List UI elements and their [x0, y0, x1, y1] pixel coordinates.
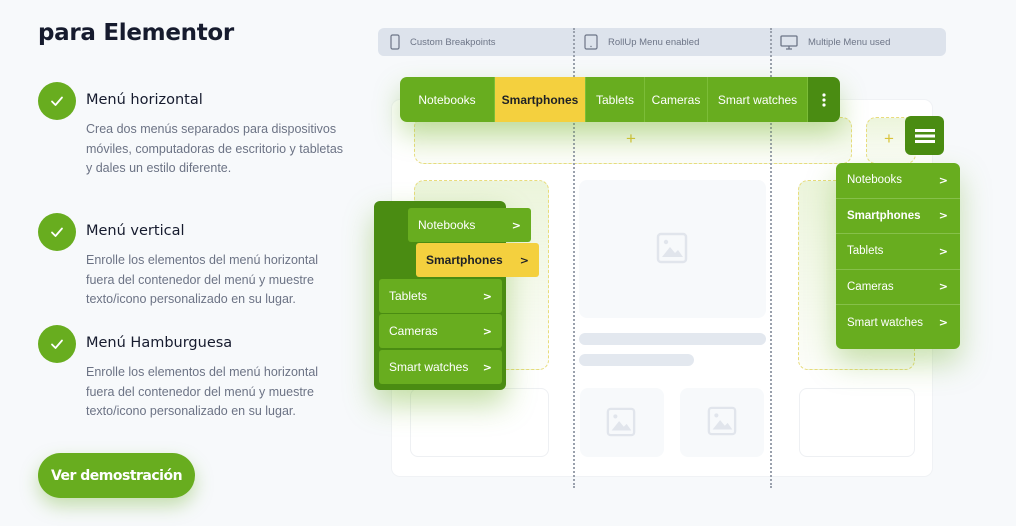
hmenu-item-smartphones[interactable]: Smartphones: [495, 77, 586, 122]
check-icon: [38, 82, 76, 120]
view-demo-button[interactable]: Ver demostración: [38, 453, 195, 498]
breakpoint-label: RollUp Menu enabled: [608, 36, 700, 48]
feature-title: Menú Hamburguesa: [86, 335, 233, 351]
dropdown-label: Tablets: [847, 245, 884, 258]
chevron-right-icon: >: [482, 324, 492, 338]
more-menu-button[interactable]: [808, 77, 840, 122]
chevron-right-icon: >: [519, 253, 529, 267]
dropdown-menu: Notebooks > Smartphones > Tablets > Came…: [836, 163, 960, 349]
vmenu-label: Smart watches: [389, 360, 469, 374]
breakpoint-tablet[interactable]: RollUp Menu enabled: [584, 28, 699, 56]
breakpoint-desktop[interactable]: Multiple Menu used: [780, 28, 890, 56]
hmenu-item-cameras[interactable]: Cameras: [645, 77, 708, 122]
dropdown-item-smartphones[interactable]: Smartphones >: [836, 199, 960, 234]
chevron-right-icon: >: [938, 316, 948, 330]
content-placeholder: [799, 388, 915, 457]
vmenu-label: Cameras: [389, 324, 438, 338]
horizontal-menu: Notebooks Smartphones Tablets Cameras Sm…: [400, 77, 840, 122]
vmenu-item-tablets[interactable]: Tablets >: [379, 279, 502, 313]
vmenu-item-cameras[interactable]: Cameras >: [379, 314, 502, 348]
breakpoint-label: Multiple Menu used: [808, 36, 891, 48]
vmenu-item-smart-watches[interactable]: Smart watches >: [379, 350, 502, 384]
chevron-right-icon: >: [938, 244, 948, 258]
image-icon: [656, 232, 688, 264]
content-placeholder: [410, 388, 549, 457]
dropdown-label: Cameras: [847, 280, 894, 293]
chevron-right-icon: >: [482, 289, 492, 303]
dropdown-label: Smart watches: [847, 316, 924, 329]
hmenu-item-smart-watches[interactable]: Smart watches: [708, 77, 808, 122]
feature-description: Enrolle los elementos del menú horizonta…: [86, 365, 319, 418]
chevron-right-icon: >: [938, 280, 948, 294]
vmenu-label: Notebooks: [418, 218, 476, 232]
dropdown-label: Smartphones: [847, 209, 921, 222]
dropdown-item-tablets[interactable]: Tablets >: [836, 234, 960, 270]
breakpoint-mobile[interactable]: Custom Breakpoints: [390, 28, 496, 56]
vmenu-label: Smartphones: [426, 253, 503, 267]
dropdown-item-cameras[interactable]: Cameras >: [836, 270, 960, 305]
vmenu-label: Tablets: [389, 289, 428, 303]
breakpoints-bar: Custom Breakpoints RollUp Menu enabled M…: [378, 28, 946, 56]
mobile-icon: [390, 34, 400, 50]
kebab-icon: [822, 92, 826, 107]
check-icon: [38, 325, 76, 363]
hmenu-item-notebooks[interactable]: Notebooks: [400, 77, 495, 122]
chevron-right-icon: >: [938, 173, 948, 187]
image-icon: [606, 407, 636, 437]
chevron-right-icon: >: [482, 360, 492, 374]
desktop-icon: [780, 34, 798, 50]
chevron-right-icon: >: [511, 218, 521, 232]
image-icon: [707, 406, 737, 436]
plus-icon: +: [884, 129, 894, 148]
feature-title: Menú horizontal: [86, 92, 203, 108]
dropdown-item-notebooks[interactable]: Notebooks >: [836, 163, 960, 199]
dropdown-label: Notebooks: [847, 174, 902, 187]
breakpoint-label: Custom Breakpoints: [410, 36, 496, 48]
chevron-right-icon: >: [938, 209, 948, 223]
hamburger-toggle-button[interactable]: [905, 116, 944, 155]
text-placeholder-line: [579, 333, 766, 345]
check-icon: [38, 213, 76, 251]
text-placeholder-line: [579, 354, 694, 366]
tablet-icon: [584, 34, 598, 50]
hamburger-icon: [914, 128, 935, 143]
feature-description: Crea dos menús separados para dispositiv…: [86, 122, 344, 175]
plus-icon: +: [626, 129, 636, 148]
feature-title: Menú vertical: [86, 223, 185, 239]
hmenu-item-tablets[interactable]: Tablets: [586, 77, 645, 122]
dropdown-item-smart-watches[interactable]: Smart watches >: [836, 305, 960, 341]
page-heading: para Elementor: [38, 20, 234, 46]
vmenu-item-notebooks[interactable]: Notebooks >: [408, 208, 531, 242]
feature-description: Enrolle los elementos del menú horizonta…: [86, 253, 319, 306]
vmenu-item-smartphones[interactable]: Smartphones >: [416, 243, 539, 277]
